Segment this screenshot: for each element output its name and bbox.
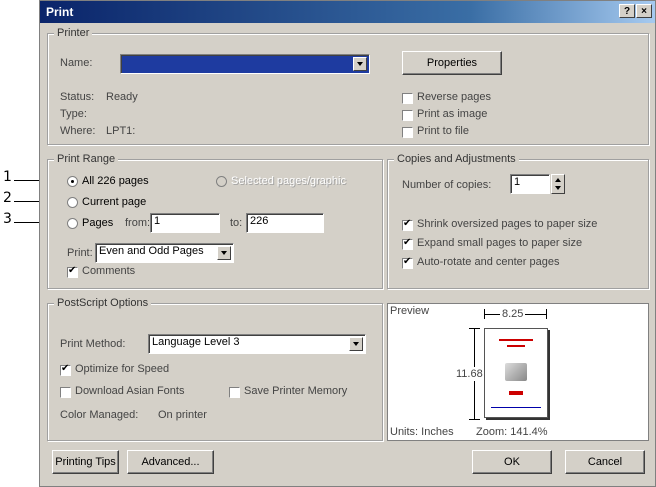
preview-units: Units: Inches [390, 426, 454, 438]
selected-pages-label: Selected pages/graphic [231, 175, 346, 187]
chevron-down-icon[interactable] [349, 337, 363, 351]
print-subset-value: Even and Odd Pages [99, 245, 204, 257]
color-managed-label: Color Managed: [60, 409, 139, 421]
printer-image-icon [505, 363, 527, 381]
status-label: Status: [60, 91, 95, 103]
copies-legend: Copies and Adjustments [394, 153, 519, 165]
reverse-pages-label: Reverse pages [417, 91, 491, 103]
name-label: Name: [60, 57, 93, 69]
from-label: from: [125, 217, 151, 229]
copies-spinner[interactable] [551, 174, 565, 194]
chevron-down-icon[interactable] [353, 57, 367, 71]
printer-legend: Printer [54, 27, 93, 39]
reverse-pages-checkbox[interactable] [402, 93, 413, 104]
print-as-image-checkbox[interactable] [402, 110, 413, 121]
chevron-down-icon[interactable] [217, 246, 231, 260]
thumb-footer-line [491, 407, 541, 408]
print-to-file-checkbox[interactable] [402, 127, 413, 138]
close-button[interactable]: × [636, 4, 652, 18]
to-input[interactable]: 226 [246, 213, 324, 233]
all-pages-label: All 226 pages [82, 175, 149, 187]
width-tick-right [546, 309, 547, 319]
preview-height: 11.68 [456, 367, 483, 381]
where-label: Where: [60, 125, 96, 137]
print-method-value: Language Level 3 [152, 336, 240, 348]
optimize-speed-checkbox[interactable] [60, 363, 71, 376]
to-label: to: [230, 217, 243, 229]
properties-button[interactable]: Properties [402, 51, 502, 75]
expand-label: Expand small pages to paper size [417, 237, 583, 249]
from-input[interactable]: 1 [150, 213, 220, 233]
save-memory-checkbox[interactable] [229, 387, 240, 398]
dialog-title: Print [46, 5, 74, 19]
print-as-image-label: Print as image [417, 108, 488, 120]
print-range-legend: Print Range [54, 153, 119, 165]
pages-radio[interactable] [67, 218, 78, 229]
shrink-checkbox[interactable] [402, 218, 413, 231]
print-method-label: Print Method: [60, 338, 126, 350]
autorotate-checkbox[interactable] [402, 256, 413, 269]
number-of-copies-label: Number of copies: [402, 179, 492, 191]
postscript-legend: PostScript Options [54, 297, 152, 309]
width-tick-left [484, 309, 485, 319]
thumb-logo [509, 391, 523, 395]
printing-tips-button[interactable]: Printing Tips [52, 450, 119, 474]
where-value: LPT1: [106, 125, 136, 137]
selected-pages-radio [216, 176, 227, 187]
printer-group: Printer [47, 27, 649, 145]
print-label: Print: [67, 247, 93, 259]
color-managed-value: On printer [158, 409, 207, 421]
page-thumbnail [484, 328, 548, 418]
copies-input[interactable]: 1 [510, 174, 550, 194]
ok-button[interactable]: OK [472, 450, 552, 474]
comments-checkbox[interactable] [67, 265, 78, 278]
print-method-select[interactable]: Language Level 3 [148, 334, 366, 354]
current-page-radio[interactable] [67, 197, 78, 208]
save-memory-label: Save Printer Memory [244, 385, 348, 397]
height-tick-bottom [469, 419, 480, 420]
thumb-subheader-line [507, 345, 525, 347]
status-value: Ready [106, 91, 138, 103]
type-label: Type: [60, 108, 87, 120]
autorotate-label: Auto-rotate and center pages [417, 256, 560, 268]
current-page-label: Current page [82, 196, 147, 208]
print-dialog: Print ? × Printer Name: Properties Statu… [39, 0, 656, 487]
preview-zoom: Zoom: 141.4% [476, 426, 548, 438]
printer-name-select[interactable] [120, 54, 370, 74]
optimize-speed-label: Optimize for Speed [75, 363, 170, 375]
print-to-file-label: Print to file [417, 125, 469, 137]
preview-legend: Preview [390, 305, 430, 317]
preview-width: 8.25 [500, 308, 526, 320]
callout-3: 3 [3, 211, 12, 227]
help-button[interactable]: ? [619, 4, 635, 18]
pages-label: Pages [82, 217, 114, 229]
comments-label: Comments [82, 265, 136, 277]
print-subset-select[interactable]: Even and Odd Pages [95, 243, 234, 263]
advanced-button[interactable]: Advanced... [127, 450, 214, 474]
shrink-label: Shrink oversized pages to paper size [417, 218, 598, 230]
cancel-button[interactable]: Cancel [565, 450, 645, 474]
expand-checkbox[interactable] [402, 237, 413, 250]
height-tick-top [469, 328, 480, 329]
callout-2: 2 [3, 190, 12, 206]
thumb-header-line [499, 339, 533, 341]
download-fonts-checkbox[interactable] [60, 387, 71, 398]
callout-1: 1 [3, 169, 12, 185]
download-fonts-label: Download Asian Fonts [75, 385, 185, 397]
titlebar: Print ? × [40, 1, 655, 23]
all-pages-radio[interactable] [67, 176, 78, 187]
